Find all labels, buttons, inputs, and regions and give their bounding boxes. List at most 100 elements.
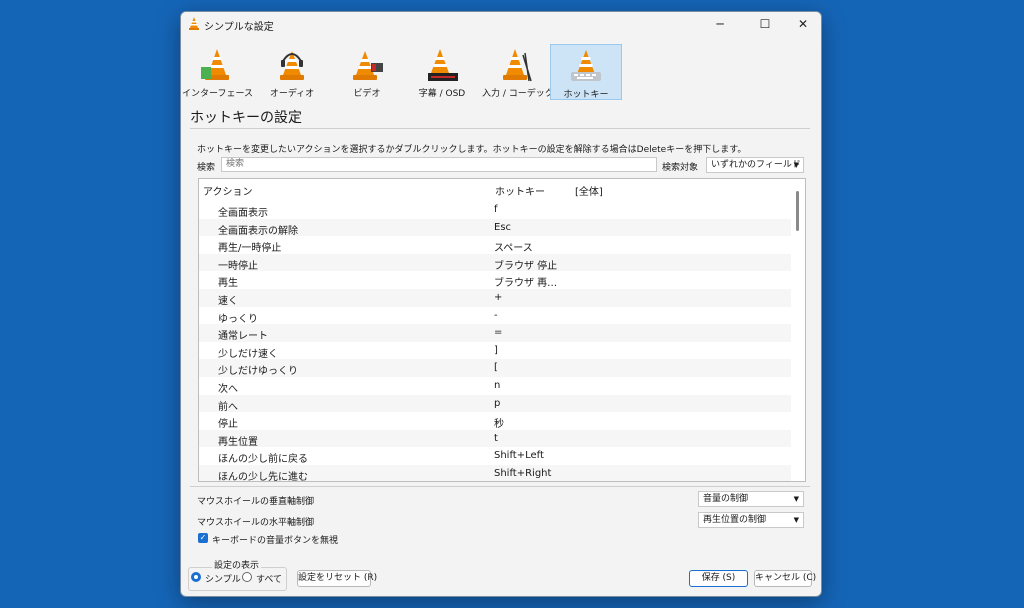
row-hotkey: Shift+Right: [494, 467, 552, 479]
search-label: 検索: [197, 163, 216, 173]
divider: [190, 486, 810, 487]
row-hotkey: ブラウザ 停止: [494, 260, 558, 272]
close-button[interactable]: ✕: [785, 12, 821, 36]
row-action: ほんの少し前に戻る: [218, 454, 308, 466]
row-hotkey: -: [494, 309, 498, 321]
table-row[interactable]: 速く +: [199, 288, 791, 307]
table-row[interactable]: ほんの少し前に戻る Shift+Left: [199, 447, 791, 465]
vertical-wheel-value: 音量の制御: [703, 494, 749, 504]
hotkeys-cone-icon: [571, 50, 601, 81]
table-row[interactable]: 再生位置 t: [199, 429, 791, 448]
vertical-wheel-select[interactable]: 音量の制御 ▼: [698, 491, 804, 507]
row-action: 次へ: [218, 383, 238, 395]
instructions-text: ホットキーを変更したいアクションを選択するかダブルクリックします。ホットキーの設…: [197, 145, 747, 155]
close-icon: ✕: [797, 17, 809, 31]
subtitles-cone-icon: [428, 49, 458, 81]
row-action: 速く: [218, 295, 238, 307]
row-action: 再生位置: [218, 436, 258, 448]
save-button[interactable]: 保存 (S): [689, 570, 748, 587]
radio-simple[interactable]: [191, 572, 201, 582]
table-header: アクション ホットキー [全体]: [199, 179, 789, 199]
scrollbar-thumb[interactable]: [796, 191, 799, 231]
search-filter-select[interactable]: いずれかのフィールド ▼: [706, 157, 804, 173]
column-header-action[interactable]: アクション: [203, 183, 253, 198]
table-row[interactable]: 次へ n: [199, 377, 791, 395]
table-row[interactable]: ゆっくり -: [199, 307, 791, 325]
category-video[interactable]: ビデオ: [332, 44, 402, 99]
row-action: 全画面表示: [218, 208, 268, 219]
row-hotkey: ]: [494, 344, 498, 356]
category-interface[interactable]: インターフェース: [182, 44, 254, 99]
video-cone-icon: [353, 51, 383, 80]
column-header-hotkey[interactable]: ホットキー: [495, 183, 545, 198]
category-input-codecs[interactable]: 入力 / コーデック: [482, 44, 554, 99]
section-title: ホットキーの設定: [190, 110, 302, 126]
row-action: 通常レート: [218, 331, 268, 343]
row-action: 再生: [218, 278, 238, 290]
table-row[interactable]: 一時停止 ブラウザ 停止: [199, 253, 791, 272]
divider: [190, 128, 810, 129]
maximize-icon: ☐: [759, 17, 771, 31]
search-filter-label: 検索対象: [662, 163, 699, 173]
table-row[interactable]: ほんの少し先に進む Shift+Right: [199, 464, 791, 482]
row-hotkey: f: [494, 204, 498, 215]
horizontal-wheel-select[interactable]: 再生位置の制御 ▼: [698, 512, 804, 528]
display-settings-legend: 設定の表示: [212, 558, 262, 571]
row-hotkey: n: [494, 379, 501, 391]
table-row[interactable]: 全画面表示 f: [199, 201, 791, 219]
ignore-volume-keys-label: キーボードの音量ボタンを無視: [212, 536, 339, 546]
cancel-button[interactable]: キャンセル (C): [754, 570, 816, 587]
table-scrollbar[interactable]: [793, 179, 803, 479]
horizontal-wheel-label: マウスホイールの水平軸制御: [197, 518, 315, 528]
interface-cone-icon: [201, 49, 229, 80]
codecs-cone-icon: [503, 49, 532, 82]
minimize-button[interactable]: ─: [702, 12, 738, 36]
table-row[interactable]: 停止 秒: [199, 412, 791, 430]
row-hotkey: Esc: [494, 221, 512, 233]
radio-simple-label[interactable]: シンプル: [205, 572, 241, 585]
table-row[interactable]: 少しだけ速く]: [199, 342, 791, 360]
ignore-volume-keys-checkbox[interactable]: ✓: [198, 533, 208, 543]
radio-all[interactable]: [242, 572, 252, 582]
vertical-wheel-label: マウスホイールの垂直軸制御: [197, 497, 315, 507]
category-label: インターフェース: [182, 89, 254, 99]
row-action: 全画面表示の解除: [218, 225, 298, 237]
row-action: 前へ: [218, 401, 238, 413]
search-input[interactable]: [221, 157, 657, 172]
category-subtitles-osd[interactable]: 字幕 / OSD: [407, 44, 477, 99]
category-hotkeys[interactable]: ホットキー: [550, 44, 622, 100]
minimize-icon: ─: [716, 17, 724, 31]
table-row[interactable]: 再生 ブラウザ 再…: [199, 271, 791, 289]
row-hotkey: [: [494, 362, 498, 374]
table-row[interactable]: 前へ p: [199, 394, 791, 413]
category-label: 字幕 / OSD: [418, 89, 466, 99]
category-label: ホットキー: [563, 90, 609, 100]
row-action: ほんの少し先に進む: [218, 471, 308, 482]
row-action: 少しだけ速く: [218, 348, 278, 360]
row-action: 少しだけゆっくり: [218, 366, 298, 378]
horizontal-wheel-value: 再生位置の制御: [703, 515, 767, 525]
hotkey-table[interactable]: アクション ホットキー [全体] 全画面表示 f 全画面表示の解除 Esc 再生/一時停…: [198, 178, 806, 482]
chevron-down-icon: ▼: [793, 516, 799, 524]
title-bar[interactable]: シンプルな設定 ─ ☐ ✕: [181, 12, 821, 36]
row-hotkey: 秒: [494, 419, 504, 431]
table-row[interactable]: 通常レート =: [199, 324, 791, 342]
table-row[interactable]: 全画面表示の解除 Esc: [199, 218, 791, 237]
table-row[interactable]: 少しだけゆっくり [: [199, 359, 791, 377]
search-filter-value: いずれかのフィールド: [711, 160, 801, 170]
chevron-down-icon: ▼: [793, 161, 799, 169]
reset-preferences-button[interactable]: 設定をリセット (R): [297, 570, 377, 587]
row-hotkey: t: [494, 432, 498, 444]
category-audio[interactable]: オーディオ: [257, 44, 327, 99]
table-row[interactable]: 再生/一時停止 スペース: [199, 236, 791, 254]
chevron-down-icon: ▼: [793, 495, 799, 503]
row-hotkey: +: [494, 291, 503, 303]
preferences-window: シンプルな設定 ─ ☐ ✕ インターフェース オーディオ ビデオ 字幕 / OS…: [180, 11, 822, 597]
audio-cone-icon: [280, 51, 304, 80]
radio-all-label[interactable]: すべて: [256, 572, 282, 585]
table-body: 全画面表示 f 全画面表示の解除 Esc 再生/一時停止 スペース 一時停止 ブラウザ 停止再…: [199, 201, 791, 482]
column-header-global[interactable]: [全体]: [575, 183, 603, 198]
maximize-button[interactable]: ☐: [747, 12, 783, 36]
checkmark-icon: ✓: [199, 533, 207, 542]
row-hotkey: ブラウザ 再…: [494, 278, 558, 290]
